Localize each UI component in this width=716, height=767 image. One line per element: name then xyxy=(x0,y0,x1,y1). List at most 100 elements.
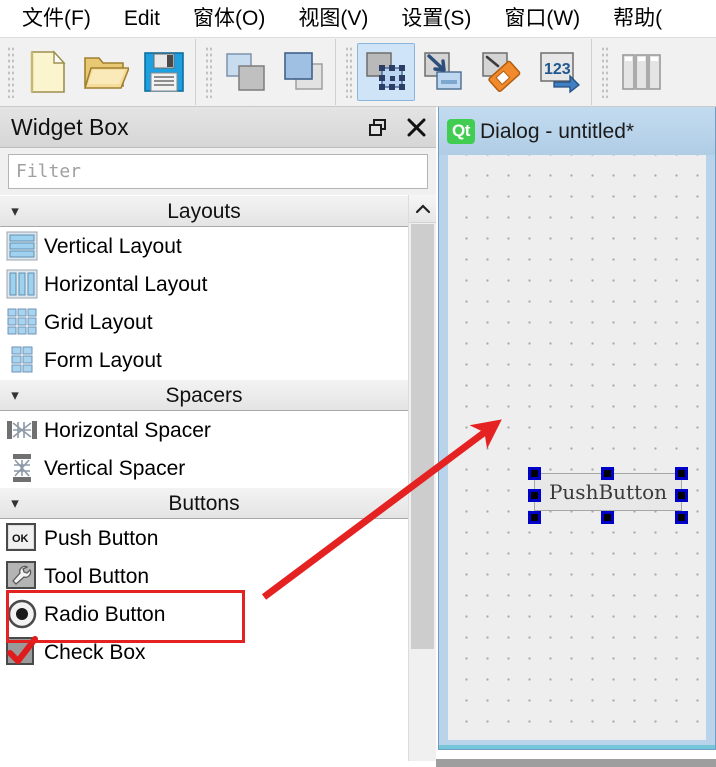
resize-handle-middle-left[interactable] xyxy=(528,489,541,502)
menu-item-form[interactable]: 窗体(O) xyxy=(193,8,265,29)
svg-text:OK: OK xyxy=(12,533,29,545)
list-item-horizontal-spacer[interactable]: Horizontal Spacer xyxy=(0,411,408,449)
toolbar-drag-handle-4[interactable] xyxy=(600,46,609,98)
menu-item-window[interactable]: 窗口(W) xyxy=(504,8,580,29)
toolbar-group-layout xyxy=(594,38,671,106)
edit-signals-slots-button[interactable] xyxy=(415,43,473,101)
list-item-check-box[interactable]: Check Box xyxy=(0,633,408,671)
vertical-layout-icon xyxy=(0,227,44,265)
dialog-client-area[interactable]: PushButton xyxy=(448,155,706,740)
horizontal-layout-icon xyxy=(0,265,44,303)
dialog-titlebar[interactable]: Qt Dialog - untitled* xyxy=(439,107,715,155)
category-label-layouts: Layouts xyxy=(167,199,241,223)
open-file-button[interactable] xyxy=(77,43,135,101)
scrollbar-thumb[interactable] xyxy=(411,224,434,649)
resize-handle-bottom-center[interactable] xyxy=(601,511,614,524)
list-item-radio-button[interactable]: Radio Button xyxy=(0,595,408,633)
edit-buddies-icon xyxy=(482,52,521,92)
save-file-button[interactable] xyxy=(135,43,193,101)
widget-box-title-buttons xyxy=(366,107,428,148)
list-item-vertical-layout[interactable]: Vertical Layout xyxy=(0,227,408,265)
menu-item-file[interactable]: 文件(F) xyxy=(22,8,91,29)
resize-handle-bottom-left[interactable] xyxy=(528,511,541,524)
send-to-back-icon xyxy=(226,53,265,91)
save-file-icon xyxy=(144,52,184,92)
widget-box-filter-row xyxy=(0,148,436,195)
widget-box-title: Widget Box xyxy=(11,113,129,140)
list-item-tool-button[interactable]: Tool Button xyxy=(0,557,408,595)
float-panel-button[interactable] xyxy=(366,116,390,140)
list-item-label: Check Box xyxy=(44,640,146,664)
edit-widgets-icon xyxy=(366,52,405,90)
list-item-vertical-spacer[interactable]: Vertical Spacer xyxy=(0,449,408,487)
toolbar-drag-handle-2[interactable] xyxy=(204,46,213,98)
list-item-label: Radio Button xyxy=(44,602,166,626)
resize-handle-top-right[interactable] xyxy=(675,467,688,480)
form-layout-icon xyxy=(0,341,44,379)
resize-handle-top-left[interactable] xyxy=(528,467,541,480)
menu-item-settings[interactable]: 设置(S) xyxy=(401,8,471,29)
close-panel-button[interactable] xyxy=(404,116,428,140)
list-item-label: Horizontal Spacer xyxy=(44,418,211,442)
pushbutton-label: PushButton xyxy=(548,480,668,504)
list-item-label: Vertical Spacer xyxy=(44,456,186,480)
horizontal-layout-toolbar-icon xyxy=(622,54,661,90)
widget-box-titlebar: Widget Box xyxy=(0,107,436,148)
resize-handle-middle-right[interactable] xyxy=(675,489,688,502)
qt-designer-window: 文件(F) Edit 窗体(O) 视图(V) 设置(S) 窗口(W) 帮助(1… xyxy=(0,0,716,767)
resize-handle-bottom-right[interactable] xyxy=(675,511,688,524)
category-label-buttons: Buttons xyxy=(168,491,240,515)
list-item-label: Vertical Layout xyxy=(44,234,182,258)
svg-text:123: 123 xyxy=(544,61,571,78)
qt-logo-icon: Qt xyxy=(447,118,475,144)
dialog-window[interactable]: Qt Dialog - untitled* PushButton xyxy=(438,107,716,750)
menu-item-edit[interactable]: Edit xyxy=(124,8,160,29)
check-box-icon xyxy=(0,633,44,671)
list-item-form-layout[interactable]: Form Layout xyxy=(0,341,408,379)
lay-out-horizontally-button[interactable] xyxy=(613,43,671,101)
menubar: 文件(F) Edit 窗体(O) 视图(V) 设置(S) 窗口(W) 帮助( xyxy=(0,0,716,37)
widget-box-list[interactable]: ▾ Layouts Vertical Layout Horizontal Lay… xyxy=(0,195,436,761)
new-file-button[interactable] xyxy=(19,43,77,101)
category-header-layouts[interactable]: ▾ Layouts xyxy=(0,195,408,227)
filter-input[interactable] xyxy=(8,154,428,189)
horizontal-spacer-icon xyxy=(0,411,44,449)
new-file-icon xyxy=(30,50,66,93)
radio-button-icon xyxy=(0,595,44,633)
edit-widgets-button[interactable] xyxy=(357,43,415,101)
list-item-label: Push Button xyxy=(44,526,159,550)
edit-buddies-button[interactable] xyxy=(473,43,531,101)
list-item-grid-layout[interactable]: Grid Layout xyxy=(0,303,408,341)
restore-window-icon xyxy=(369,118,386,136)
category-header-spacers[interactable]: ▾ Spacers xyxy=(0,379,408,411)
category-label-spacers: Spacers xyxy=(165,383,243,407)
resize-handle-top-center[interactable] xyxy=(601,467,614,480)
toolbar-group-order xyxy=(198,38,333,106)
toolbar-separator-2 xyxy=(335,39,336,105)
list-item-label: Horizontal Layout xyxy=(44,272,208,296)
bring-to-front-button[interactable] xyxy=(275,43,333,101)
list-item-push-button[interactable]: OK Push Button xyxy=(0,519,408,557)
toolbar-drag-handle[interactable] xyxy=(6,46,15,98)
close-icon xyxy=(407,118,425,137)
toolbar-separator-3 xyxy=(591,39,592,105)
edit-tab-order-button[interactable]: 123 xyxy=(531,43,589,101)
toolbar-drag-handle-3[interactable] xyxy=(344,46,353,98)
scroll-up-button[interactable] xyxy=(409,195,436,223)
toolbar-group-modes: 123 xyxy=(338,38,589,106)
widget-box-scrollbar[interactable] xyxy=(408,195,436,761)
toolbar: 123 xyxy=(0,37,716,107)
menu-item-help[interactable]: 帮助( xyxy=(613,8,662,29)
category-header-buttons[interactable]: ▾ Buttons xyxy=(0,487,408,519)
bring-to-front-icon xyxy=(284,52,323,90)
chevron-up-icon xyxy=(415,203,430,213)
list-item-horizontal-layout[interactable]: Horizontal Layout xyxy=(0,265,408,303)
list-item-label: Tool Button xyxy=(44,564,150,588)
list-item-label: Form Layout xyxy=(44,348,162,372)
push-button-icon: OK xyxy=(0,519,44,557)
toolbar-separator xyxy=(195,39,196,105)
menu-item-view[interactable]: 视图(V) xyxy=(298,8,368,29)
edit-tab-order-icon: 123 xyxy=(540,52,580,94)
send-to-back-button[interactable] xyxy=(217,43,275,101)
toolbar-group-file xyxy=(0,38,193,106)
